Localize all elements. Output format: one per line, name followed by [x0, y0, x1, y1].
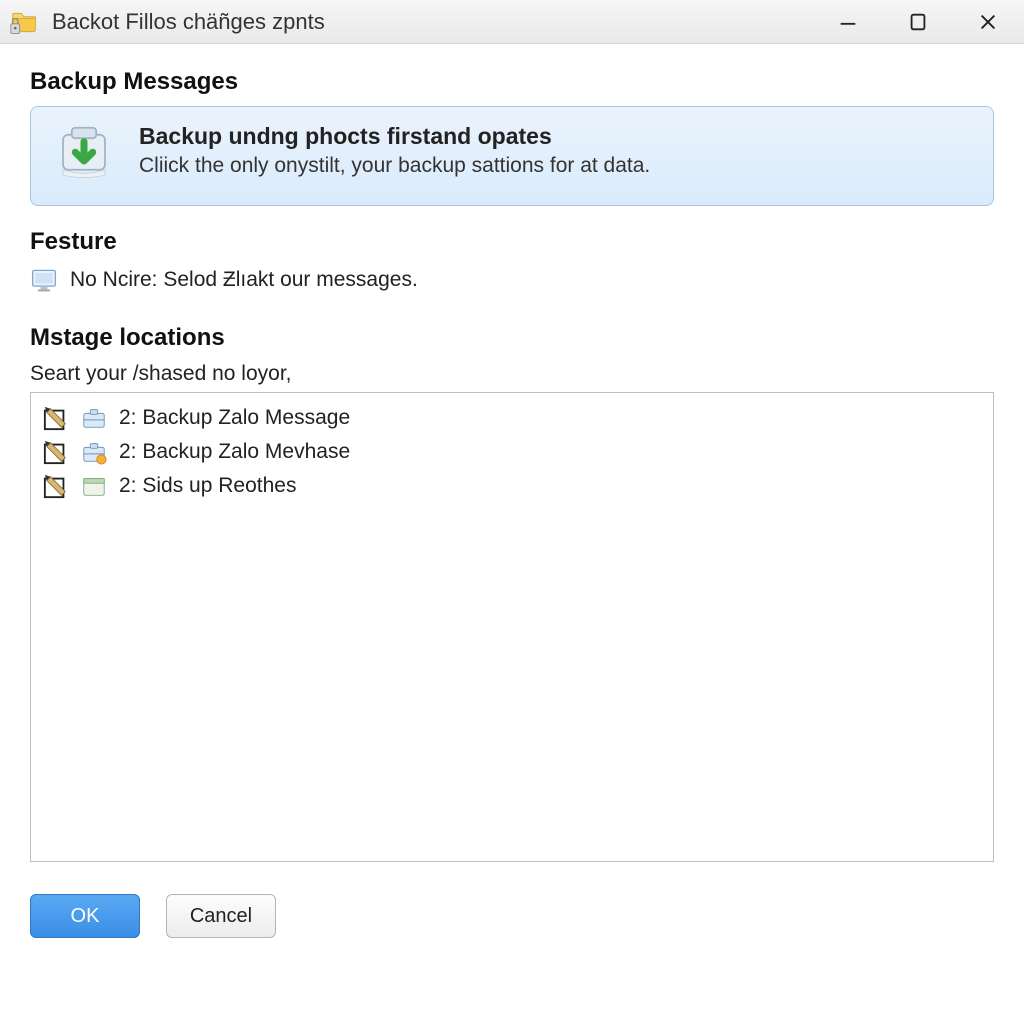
list-item[interactable]: 2: Sids up Reothes: [41, 469, 983, 503]
banner-subtitle: Cliick the only onystilt, your backup sa…: [139, 154, 650, 178]
titlebar: Backot Fillos chäñges zpnts: [0, 0, 1024, 44]
briefcase-alert-icon: [81, 439, 107, 465]
checkbox-edit-icon[interactable]: [43, 439, 69, 465]
maximize-button[interactable]: [898, 4, 938, 40]
banner-title: Backup undng phocts firstand opates: [139, 123, 650, 150]
list-item-label: 2: Backup Zalo Mevhase: [119, 440, 350, 464]
cancel-button[interactable]: Cancel: [166, 894, 276, 938]
section-backup-messages: Backup Messages: [30, 68, 994, 96]
dialog-body: Backup Messages Backup undng phocts firs…: [0, 44, 1024, 876]
backup-download-icon: [49, 119, 119, 189]
monitor-icon: [30, 266, 58, 294]
locations-hint: Seart your /shased no loyor,: [30, 362, 994, 386]
folder-lock-icon: [10, 8, 38, 36]
feature-row: No Ncire: Selod Ƶlıakt our messages.: [30, 266, 994, 294]
close-button[interactable]: [968, 4, 1008, 40]
checkbox-edit-icon[interactable]: [43, 473, 69, 499]
dialog-footer: OK Cancel: [0, 876, 1024, 938]
feature-text: No Ncire: Selod Ƶlıakt our messages.: [70, 268, 418, 292]
info-banner: Backup undng phocts firstand opates Clii…: [30, 106, 994, 206]
window-controls: [828, 4, 1008, 40]
briefcase-icon: [81, 405, 107, 431]
section-feature: Festure: [30, 228, 994, 256]
list-item-label: 2: Backup Zalo Message: [119, 406, 350, 430]
list-item-label: 2: Sids up Reothes: [119, 474, 296, 498]
list-item[interactable]: 2: Backup Zalo Message: [41, 401, 983, 435]
section-locations: Mstage locations: [30, 324, 994, 352]
ok-button[interactable]: OK: [30, 894, 140, 938]
list-item[interactable]: 2: Backup Zalo Mevhase: [41, 435, 983, 469]
window-title: Backot Fillos chäñges zpnts: [52, 9, 828, 35]
minimize-button[interactable]: [828, 4, 868, 40]
checkbox-edit-icon[interactable]: [43, 405, 69, 431]
window-icon: [81, 473, 107, 499]
locations-listbox[interactable]: 2: Backup Zalo Message 2: Backup Zalo Me…: [30, 392, 994, 862]
